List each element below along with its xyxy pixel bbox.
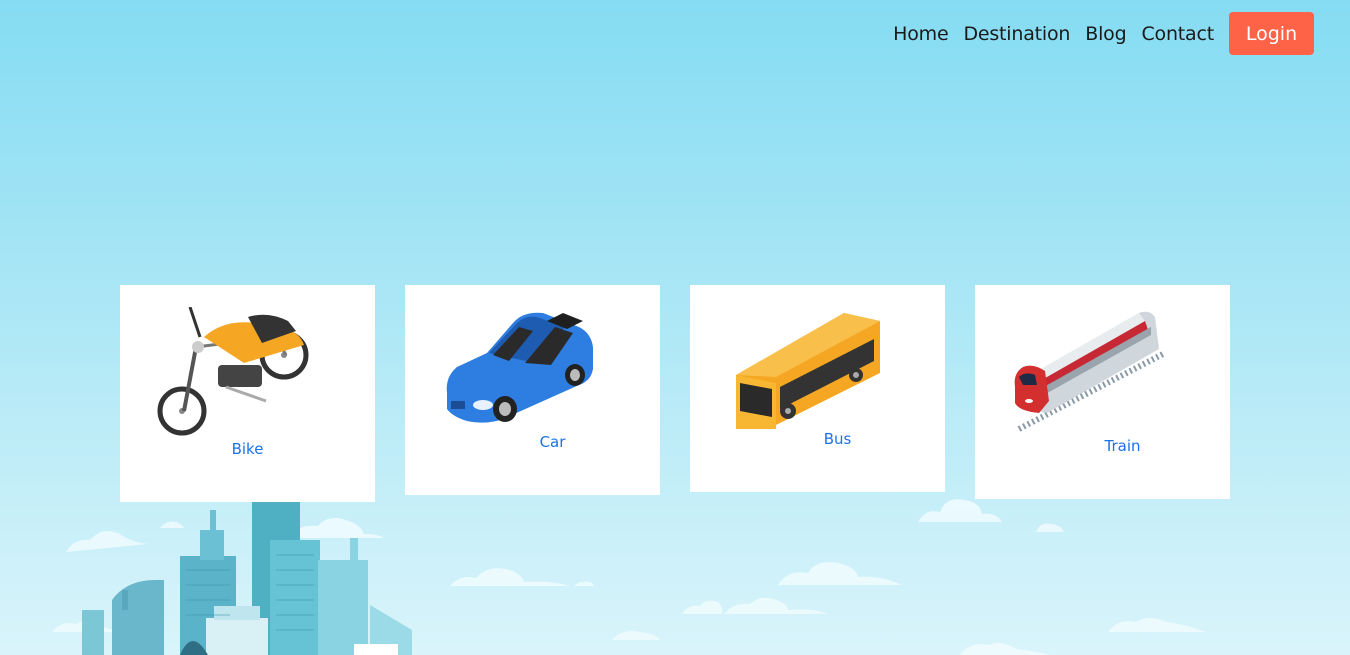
nav-link-blog[interactable]: Blog [1085, 13, 1126, 55]
vehicle-label-train[interactable]: Train [995, 437, 1250, 455]
vehicle-card-train[interactable]: Train [975, 285, 1230, 499]
top-nav: Home Destination Blog Contact Login [893, 12, 1314, 55]
train-icon [1014, 311, 1167, 432]
bus-icon [736, 313, 880, 429]
nav-link-home[interactable]: Home [893, 13, 949, 55]
vehicle-card-bus[interactable]: Bus [690, 285, 945, 492]
vehicle-label-car[interactable]: Car [425, 433, 680, 451]
vehicle-label-bike[interactable]: Bike [120, 440, 375, 458]
buildings [82, 502, 412, 655]
motorcycle-icon [157, 307, 309, 436]
nav-link-destination[interactable]: Destination [963, 13, 1070, 55]
login-button[interactable]: Login [1229, 12, 1314, 55]
nav-link-contact[interactable]: Contact [1141, 13, 1214, 55]
vehicle-label-bus[interactable]: Bus [710, 430, 965, 448]
car-icon [446, 312, 593, 423]
vehicle-card-bike[interactable]: Bike [120, 285, 375, 502]
vehicle-card-car[interactable]: Car [405, 285, 660, 495]
